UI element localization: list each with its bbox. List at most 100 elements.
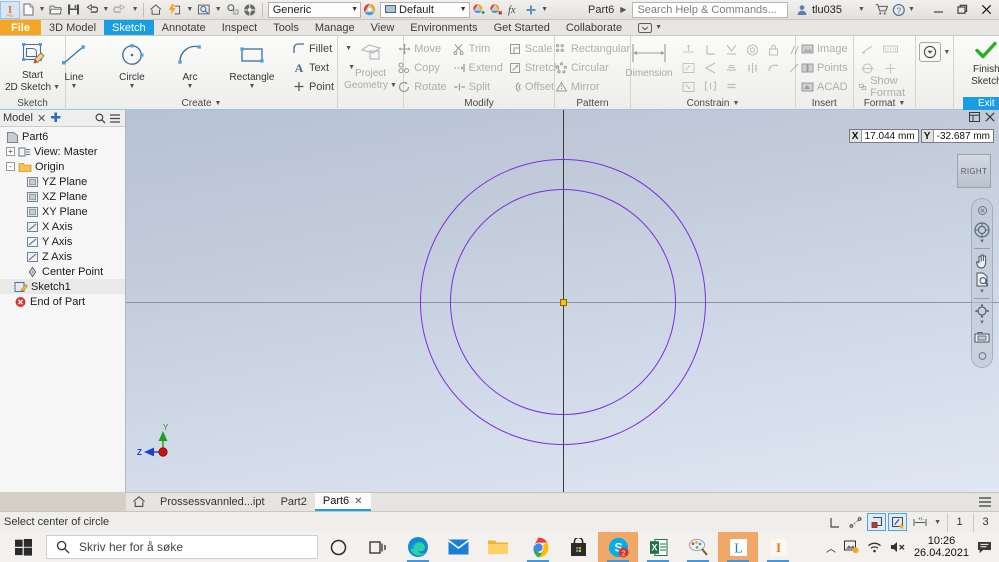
- task-view-icon[interactable]: [358, 532, 398, 562]
- tree-node-origin[interactable]: - Origin: [0, 159, 125, 174]
- inventor-app-icon[interactable]: I PRO: [0, 0, 20, 19]
- expander-minus[interactable]: -: [6, 162, 15, 171]
- new-document-button[interactable]: [20, 1, 37, 19]
- ribbon-tab-manage[interactable]: Manage: [307, 20, 363, 35]
- tree-node-end-of-part[interactable]: End of Part: [0, 294, 125, 309]
- extend-button[interactable]: Extend: [451, 59, 505, 77]
- close-icon[interactable]: ✕: [354, 496, 362, 507]
- mail-icon[interactable]: [438, 532, 478, 562]
- rotate-button[interactable]: Rotate: [396, 78, 448, 96]
- circle-button[interactable]: Circle ▼: [104, 40, 160, 96]
- cortana-icon[interactable]: [318, 532, 358, 562]
- exit-button[interactable]: Exit: [963, 97, 999, 110]
- lightning-caret[interactable]: ▼: [185, 1, 196, 19]
- tree-node-center-point[interactable]: Center Point: [0, 264, 125, 279]
- file-explorer-icon[interactable]: [478, 532, 518, 562]
- view-cube[interactable]: RIGHT: [957, 154, 991, 188]
- save-button[interactable]: [65, 1, 82, 19]
- tree-node-z-axis[interactable]: Z Axis: [0, 249, 125, 264]
- equal-brackets-icon[interactable]: [700, 77, 721, 95]
- steering-wheel-icon[interactable]: [241, 1, 259, 19]
- ribbon-display-options[interactable]: ▼: [630, 20, 670, 35]
- graphics-window[interactable]: X 17.044 mm Y -32.687 mm RIGHT ▾ ▾ ▾ Y Z: [126, 110, 999, 492]
- format-panel-caret[interactable]: ▼: [898, 100, 905, 107]
- trim-button[interactable]: Trim: [451, 40, 505, 58]
- split-button[interactable]: Split: [451, 78, 505, 96]
- zoom-window-icon[interactable]: [195, 1, 213, 19]
- new-document-caret[interactable]: ▼: [37, 1, 48, 19]
- rectangle-caret[interactable]: ▼: [248, 83, 255, 90]
- material-combo[interactable]: Generic ▼: [267, 1, 362, 18]
- zoom-window-caret[interactable]: ▼: [213, 1, 224, 19]
- volume-muted-icon[interactable]: [890, 540, 906, 554]
- dimension-display-icon[interactable]: +/-: [909, 513, 932, 531]
- microsoft-store-icon[interactable]: [558, 532, 598, 562]
- coordinate-x[interactable]: X 17.044 mm: [848, 129, 919, 143]
- perpendicular-icon[interactable]: [700, 41, 721, 59]
- tree-node-sketch1[interactable]: Sketch1: [0, 279, 125, 294]
- taskbar-search-input[interactable]: Skriv her for å søke: [46, 535, 318, 559]
- microsoft-edge-icon[interactable]: [398, 532, 438, 562]
- ribbon-tab-sketch[interactable]: Sketch: [104, 20, 154, 35]
- restore-button[interactable]: [951, 0, 975, 20]
- home-icon[interactable]: [147, 1, 165, 19]
- create-panel-caret[interactable]: ▼: [215, 100, 222, 107]
- document-tab-prossessvannled[interactable]: Prossessvannled...ipt: [152, 493, 273, 511]
- symmetric-icon[interactable]: [742, 59, 763, 77]
- driven-dimension-icon[interactable]: [880, 40, 901, 58]
- snap-to-grid-icon[interactable]: [867, 513, 887, 531]
- finish-sketch-button[interactable]: Finish Sketch: [956, 38, 999, 87]
- auto-constrain-icon[interactable]: [888, 513, 908, 531]
- tree-node-xz-plane[interactable]: XZ Plane: [0, 189, 125, 204]
- concentric-icon[interactable]: [742, 41, 763, 59]
- ribbon-tab-inspect[interactable]: Inspect: [214, 20, 265, 35]
- user-account[interactable]: tlu035: [796, 4, 842, 16]
- fix-lock-icon[interactable]: [763, 41, 784, 59]
- fx-parameters-icon[interactable]: fx: [505, 1, 523, 19]
- collinear-icon[interactable]: [678, 59, 699, 77]
- close-view-icon[interactable]: [985, 112, 995, 122]
- remove-appearance-icon[interactable]: [487, 1, 505, 19]
- insert-image-button[interactable]: Image: [799, 40, 850, 58]
- search-input[interactable]: Search Help & Commands...: [632, 1, 788, 18]
- microsoft-excel-icon[interactable]: X: [638, 532, 678, 562]
- pan-hand-icon[interactable]: [973, 252, 991, 269]
- smooth-icon[interactable]: [721, 59, 742, 77]
- close-icon[interactable]: ✕: [37, 112, 46, 125]
- ribbon-tab-annotate[interactable]: Annotate: [154, 20, 214, 35]
- plus-icon[interactable]: [522, 1, 539, 19]
- help-caret-icon[interactable]: ▼: [908, 6, 915, 13]
- dimension-display-caret[interactable]: ▼: [934, 519, 941, 526]
- document-tab-part6[interactable]: Part6 ✕: [314, 493, 371, 511]
- look-at-camera-icon[interactable]: [973, 328, 991, 345]
- horizontal-icon[interactable]: [678, 78, 699, 96]
- restore-view-icon[interactable]: [969, 112, 980, 122]
- qat-more-caret[interactable]: ▼: [539, 1, 550, 19]
- curvature-icon[interactable]: [763, 59, 784, 77]
- show-hidden-icons-icon[interactable]: ︿: [826, 540, 836, 555]
- windows-start-icon[interactable]: [0, 532, 46, 562]
- constraint-inference-icon[interactable]: [846, 513, 865, 531]
- coordinate-y[interactable]: Y -32.687 mm: [920, 129, 994, 143]
- open-document-button[interactable]: [47, 1, 65, 19]
- navbar-caret-2[interactable]: ▾: [980, 288, 984, 295]
- action-center-icon[interactable]: [977, 540, 993, 555]
- status-menu-icon[interactable]: [977, 495, 993, 509]
- redo-caret[interactable]: ▼: [130, 1, 141, 19]
- redo-button[interactable]: [111, 1, 130, 19]
- close-button[interactable]: [975, 0, 999, 20]
- centerline-icon[interactable]: [857, 59, 878, 77]
- ribbon-tab-get-started[interactable]: Get Started: [486, 20, 558, 35]
- onedrive-photos-icon[interactable]: [843, 540, 859, 554]
- angle-icon[interactable]: [700, 59, 721, 77]
- visibility-caret[interactable]: ▼: [943, 49, 950, 56]
- tree-node-x-axis[interactable]: X Axis: [0, 219, 125, 234]
- clear-appearance-icon[interactable]: [470, 1, 488, 19]
- rectangle-button[interactable]: Rectangle ▼: [220, 40, 284, 96]
- color-wheel-icon[interactable]: [361, 1, 378, 19]
- navbar-caret-3[interactable]: ▾: [980, 319, 984, 326]
- constrain-panel-caret[interactable]: ▼: [732, 100, 739, 107]
- lightning-icon[interactable]: [165, 1, 185, 19]
- arc-caret[interactable]: ▼: [186, 83, 193, 90]
- circle-caret[interactable]: ▼: [128, 83, 135, 90]
